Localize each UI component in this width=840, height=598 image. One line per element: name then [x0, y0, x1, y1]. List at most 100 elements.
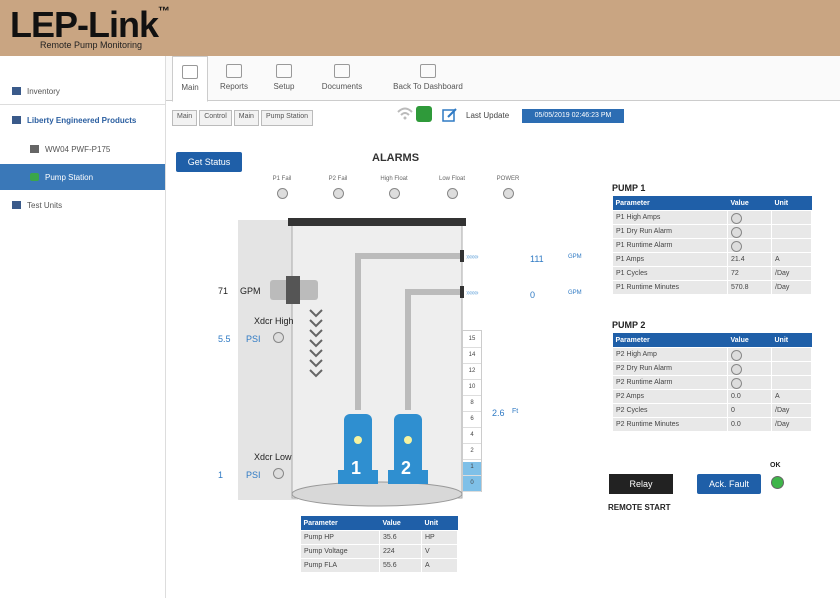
- tab-documents[interactable]: Documents: [312, 56, 372, 100]
- cell: [771, 347, 812, 362]
- breadcrumb-item[interactable]: Main: [233, 110, 259, 126]
- get-status-button[interactable]: Get Status: [176, 152, 242, 172]
- cell: 0.0: [727, 417, 772, 432]
- column-header: Unit: [421, 516, 458, 531]
- table-row: P1 Runtime Minutes 570.8/Day: [612, 280, 812, 295]
- cell: [771, 361, 812, 376]
- cell: [727, 238, 772, 253]
- cell: A: [421, 558, 458, 573]
- breadcrumb-item[interactable]: Main: [172, 110, 198, 126]
- scale-tick: 10: [463, 379, 481, 396]
- cell: /Day: [771, 280, 812, 295]
- cell: P2 Runtime Alarm: [612, 375, 728, 390]
- cell: Pump FLA: [300, 558, 380, 573]
- document-icon: [334, 64, 350, 78]
- column-header: Value: [727, 333, 772, 348]
- column-header: Value: [727, 196, 772, 211]
- scale-tick: 15: [463, 331, 481, 348]
- cell: 21.4: [727, 252, 772, 267]
- tab-main[interactable]: Main: [172, 56, 208, 102]
- cell: [727, 347, 772, 362]
- inflow-value: 71: [218, 286, 229, 296]
- xdcr-low-label: Xdcr Low: [254, 452, 292, 462]
- alarm-label: P1 Fail: [272, 176, 292, 182]
- table-row: P2 Runtime Alarm: [612, 375, 812, 390]
- alarm-indicator: [503, 188, 514, 199]
- table-row: P1 Dry Run Alarm: [612, 224, 812, 239]
- alarm-indicator: [277, 188, 288, 199]
- wifi-icon: [397, 107, 413, 120]
- list-icon: [12, 116, 21, 124]
- cell: [771, 210, 812, 225]
- sidebar-item-pump-station[interactable]: Pump Station: [0, 164, 165, 190]
- cell: [771, 238, 812, 253]
- pump2-table: Parameter Value Unit P2 High Amp P2 Dry …: [612, 333, 812, 432]
- ack-fault-button[interactable]: Ack. Fault: [697, 474, 761, 494]
- outflow-1-unit: GPM: [568, 254, 582, 260]
- pump1-table: Parameter Value Unit P1 High Amps P1 Dry…: [612, 196, 812, 295]
- tab-back-to-dashboard[interactable]: Back To Dashboard: [380, 56, 476, 100]
- table-row: P1 High Amps: [612, 210, 812, 225]
- edit-icon[interactable]: [442, 107, 458, 123]
- cell: [771, 224, 812, 239]
- cell: P1 Runtime Minutes: [612, 280, 728, 295]
- alarm-label: POWER: [496, 176, 520, 182]
- cell: 570.8: [727, 280, 772, 295]
- status-indicator: [731, 364, 742, 375]
- table-row: P2 Dry Run Alarm: [612, 361, 812, 376]
- cell: 72: [727, 266, 772, 281]
- table-header-row: Parameter Value Unit: [612, 196, 812, 211]
- xdcr-high-unit: PSI: [246, 334, 261, 344]
- cell: P1 Cycles: [612, 266, 728, 281]
- device-icon: [30, 145, 39, 153]
- cell: P2 Amps: [612, 389, 728, 404]
- sidebar-item-test-units[interactable]: Test Units: [0, 192, 165, 218]
- scale-tick: 1: [463, 459, 481, 476]
- column-header: Parameter: [612, 333, 728, 348]
- cell: /Day: [771, 266, 812, 281]
- flow-arrows-icon: ›››››››: [466, 288, 479, 297]
- cell: [727, 375, 772, 390]
- pump-1-number: 1: [351, 458, 362, 478]
- xdcr-low-value: 1: [218, 470, 224, 480]
- list-icon: [12, 201, 21, 209]
- sidebar-item-inventory[interactable]: Inventory: [0, 78, 165, 104]
- breadcrumb-item[interactable]: Control: [199, 110, 232, 126]
- status-indicator: [731, 213, 742, 224]
- status-indicator: [731, 350, 742, 361]
- scale-tick: 2: [463, 443, 481, 460]
- level-gauge: 15 14 12 10 8 6 4 2 1 0: [462, 330, 482, 492]
- status-indicator: [731, 227, 742, 238]
- cell: P2 Cycles: [612, 403, 728, 418]
- level-value: 2.6: [492, 408, 505, 418]
- cell: HP: [421, 530, 458, 545]
- pump1-title: PUMP 1: [612, 183, 646, 193]
- pump2-title: PUMP 2: [612, 320, 646, 330]
- cell: 55.6: [379, 558, 422, 573]
- table-row: P1 Runtime Alarm: [612, 238, 812, 253]
- power-table: Parameter Value Unit Pump HP 35.6 HP Pump …: [300, 516, 458, 573]
- table-row: P2 High Amp: [612, 347, 812, 362]
- cell: Pump Voltage: [300, 544, 380, 559]
- sidebar-item-ww04[interactable]: WW04 PWF-P175: [0, 136, 165, 162]
- cell: P1 Runtime Alarm: [612, 238, 728, 253]
- cell: P1 Amps: [612, 252, 728, 267]
- tab-setup[interactable]: Setup: [264, 56, 304, 100]
- sidebar-item-liberty[interactable]: Liberty Engineered Products: [0, 107, 165, 133]
- last-update-value: 05/05/2019 02:46:23 PM: [522, 109, 624, 123]
- alarm-indicator: [333, 188, 344, 199]
- table-row: Pump HP 35.6 HP: [300, 530, 458, 545]
- tab-reports[interactable]: Reports: [212, 56, 256, 100]
- cell: [771, 375, 812, 390]
- relay-button[interactable]: Relay: [609, 474, 673, 494]
- list-icon: [12, 87, 21, 95]
- cell: /Day: [771, 403, 812, 418]
- xdcr-high-label: Xdcr High: [254, 316, 294, 326]
- cell: P2 High Amp: [612, 347, 728, 362]
- cell: P1 High Amps: [612, 210, 728, 225]
- cell: A: [771, 389, 812, 404]
- pump-station-icon: [30, 173, 39, 181]
- breadcrumb-item[interactable]: Pump Station: [260, 110, 313, 126]
- cell: 0: [727, 403, 772, 418]
- scale-tick: 8: [463, 395, 481, 412]
